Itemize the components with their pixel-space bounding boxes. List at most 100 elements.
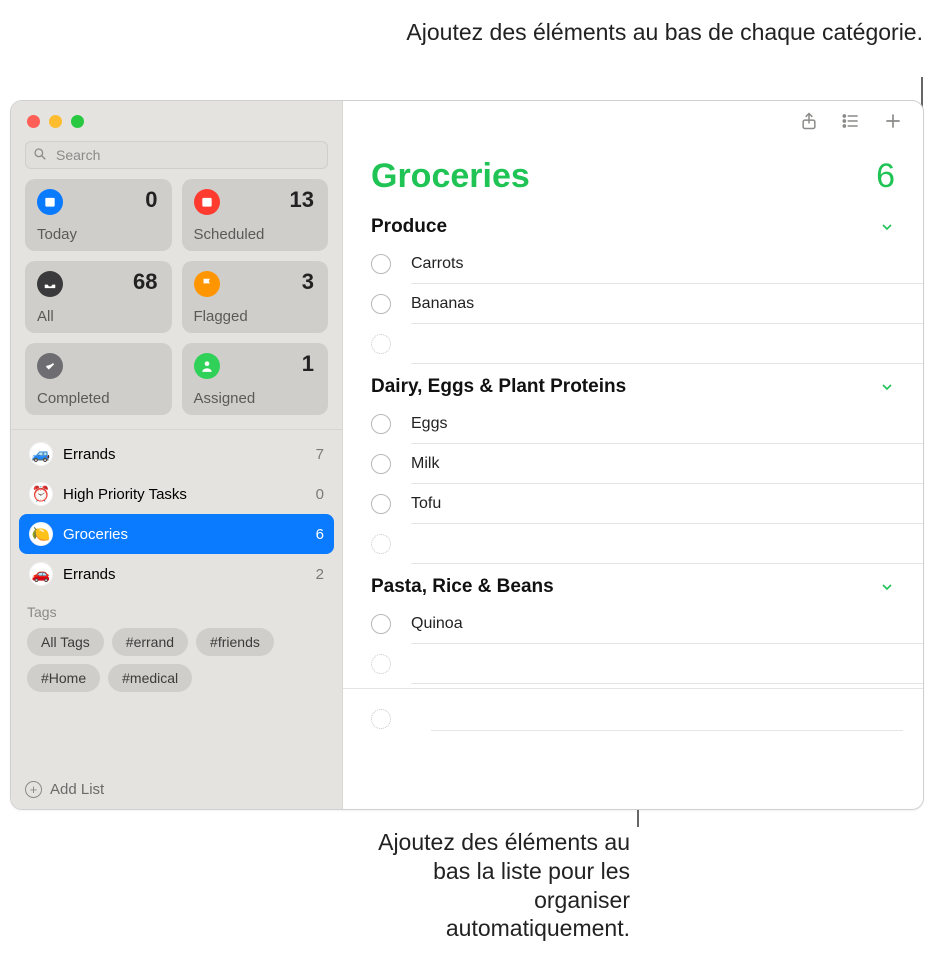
sidebar: 0 Today 13 Scheduled 68 All 3 Flagged — [11, 101, 343, 809]
my-lists: 🚙 Errands 7 ⏰ High Priority Tasks 0 🍋 Gr… — [11, 429, 342, 594]
reminder-title: Milk — [411, 444, 923, 484]
add-list-label: Add List — [50, 781, 104, 798]
add-item-icon[interactable] — [371, 709, 391, 729]
list-count: 6 — [316, 526, 324, 543]
smart-label: Completed — [37, 390, 110, 407]
smart-list-today[interactable]: 0 Today — [25, 179, 172, 251]
add-item-icon[interactable] — [371, 654, 391, 674]
reminder-item[interactable]: Eggs — [343, 404, 923, 444]
tag-all[interactable]: All Tags — [27, 628, 104, 656]
add-item-placeholder[interactable]: . — [343, 524, 923, 564]
share-icon[interactable] — [799, 111, 819, 131]
smart-label: Scheduled — [194, 226, 265, 243]
list-count: 0 — [316, 486, 324, 503]
reminder-item[interactable]: Milk — [343, 444, 923, 484]
plus-circle-icon: + — [25, 781, 42, 798]
tags-section: Tags All Tags #errand #friends #Home #me… — [11, 594, 342, 696]
search-field[interactable] — [25, 141, 328, 169]
reminder-title: Quinoa — [411, 604, 923, 644]
person-icon — [194, 353, 220, 379]
add-item-input[interactable]: . — [411, 524, 923, 564]
add-list-button[interactable]: + Add List — [11, 769, 342, 809]
list-name: Errands — [63, 446, 306, 463]
list-high-priority[interactable]: ⏰ High Priority Tasks 0 — [19, 474, 334, 514]
add-item-placeholder[interactable]: . — [343, 644, 923, 684]
list-icon: 🚗 — [29, 562, 53, 586]
section-header: Produce — [371, 216, 447, 238]
calendar-icon — [194, 189, 220, 215]
add-reminder-icon[interactable] — [883, 111, 903, 131]
add-item-input[interactable] — [431, 707, 903, 731]
complete-toggle[interactable] — [371, 494, 391, 514]
list-view-icon[interactable] — [841, 111, 861, 131]
smart-count: 3 — [302, 269, 314, 295]
smart-label: All — [37, 308, 54, 325]
reminder-item[interactable]: Bananas — [343, 284, 923, 324]
tag-medical[interactable]: #medical — [108, 664, 192, 692]
smart-label: Today — [37, 226, 77, 243]
section-dairy: Dairy, Eggs & Plant Proteins Eggs Milk T… — [343, 364, 923, 564]
window-titlebar — [11, 101, 342, 141]
section-header: Dairy, Eggs & Plant Proteins — [371, 376, 626, 398]
complete-toggle[interactable] — [371, 414, 391, 434]
smart-label: Flagged — [194, 308, 248, 325]
list-icon: 🍋 — [29, 522, 53, 546]
reminder-item[interactable]: Tofu — [343, 484, 923, 524]
complete-toggle[interactable] — [371, 294, 391, 314]
list-total-count: 6 — [876, 157, 895, 196]
list-title-row: Groceries 6 — [343, 141, 923, 204]
list-groceries[interactable]: 🍋 Groceries 6 — [19, 514, 334, 554]
reminder-item[interactable]: Carrots — [343, 244, 923, 284]
complete-toggle[interactable] — [371, 254, 391, 274]
smart-list-completed[interactable]: Completed — [25, 343, 172, 415]
app-window: 0 Today 13 Scheduled 68 All 3 Flagged — [10, 100, 924, 810]
chevron-down-icon[interactable] — [879, 579, 895, 595]
window-minimize-button[interactable] — [49, 115, 62, 128]
tags-header: Tags — [27, 604, 326, 620]
smart-label: Assigned — [194, 390, 256, 407]
callout-top: Ajoutez des éléments au bas de chaque ca… — [406, 18, 923, 47]
callout-bottom: Ajoutez des éléments au bas la liste pou… — [350, 828, 630, 943]
list-name: High Priority Tasks — [63, 486, 306, 503]
calendar-today-icon — [37, 189, 63, 215]
window-close-button[interactable] — [27, 115, 40, 128]
list-errands-2[interactable]: 🚗 Errands 2 — [19, 554, 334, 594]
list-icon: 🚙 — [29, 442, 53, 466]
inbox-icon — [37, 271, 63, 297]
reminder-item[interactable]: Quinoa — [343, 604, 923, 644]
smart-list-all[interactable]: 68 All — [25, 261, 172, 333]
flag-icon — [194, 271, 220, 297]
smart-list-assigned[interactable]: 1 Assigned — [182, 343, 329, 415]
tag-home[interactable]: #Home — [27, 664, 100, 692]
section-produce: Produce Carrots Bananas . — [343, 204, 923, 364]
add-unsectioned-item[interactable] — [343, 689, 923, 731]
reminder-title: Bananas — [411, 284, 923, 324]
list-title: Groceries — [371, 157, 530, 196]
smart-list-flagged[interactable]: 3 Flagged — [182, 261, 329, 333]
add-item-icon[interactable] — [371, 534, 391, 554]
checkmark-icon — [37, 353, 63, 379]
section-header: Pasta, Rice & Beans — [371, 576, 554, 598]
chevron-down-icon[interactable] — [879, 379, 895, 395]
add-item-input[interactable]: . — [411, 644, 923, 684]
smart-lists-grid: 0 Today 13 Scheduled 68 All 3 Flagged — [11, 179, 342, 415]
reminder-title: Eggs — [411, 404, 923, 444]
complete-toggle[interactable] — [371, 614, 391, 634]
smart-count: 1 — [302, 351, 314, 377]
tag-friends[interactable]: #friends — [196, 628, 274, 656]
window-maximize-button[interactable] — [71, 115, 84, 128]
list-name: Errands — [63, 566, 306, 583]
smart-list-scheduled[interactable]: 13 Scheduled — [182, 179, 329, 251]
add-item-icon[interactable] — [371, 334, 391, 354]
list-count: 7 — [316, 446, 324, 463]
add-item-input[interactable]: . — [411, 324, 923, 364]
list-count: 2 — [316, 566, 324, 583]
add-item-placeholder[interactable]: . — [343, 324, 923, 364]
search-icon — [33, 147, 47, 161]
search-input[interactable] — [25, 141, 328, 169]
list-errands[interactable]: 🚙 Errands 7 — [19, 434, 334, 474]
complete-toggle[interactable] — [371, 454, 391, 474]
smart-count: 68 — [133, 269, 157, 295]
tag-errand[interactable]: #errand — [112, 628, 188, 656]
chevron-down-icon[interactable] — [879, 219, 895, 235]
